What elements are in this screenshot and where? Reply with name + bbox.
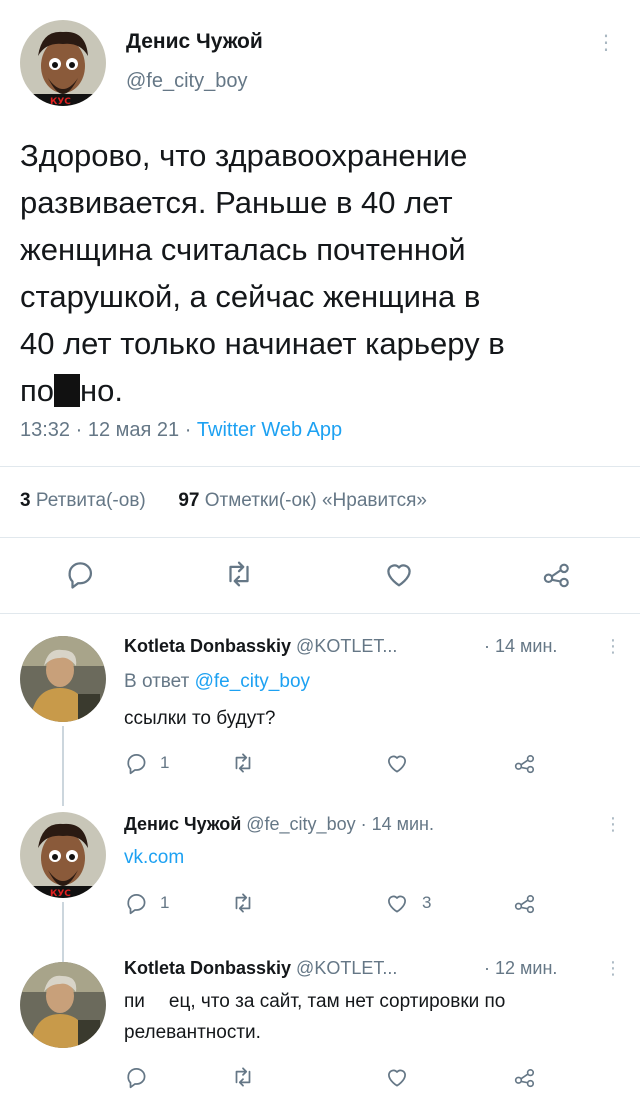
more-icon[interactable]: ⋮	[604, 958, 622, 979]
like-icon	[388, 895, 406, 913]
avatar-image: КУС	[20, 20, 106, 106]
svg-text:КУС: КУС	[50, 889, 71, 898]
share-button[interactable]	[512, 1064, 538, 1090]
like-icon	[388, 755, 406, 773]
reply-icon	[127, 754, 146, 775]
reply-author-handle[interactable]: @KOTLET...	[291, 636, 397, 656]
reply-icon	[127, 1068, 146, 1089]
author-name[interactable]: Денис Чужой	[126, 30, 263, 54]
tweet-line: развивается. Раньше в 40 лет	[20, 185, 453, 220]
likes-label: Отметки(-ок) «Нравится»	[199, 490, 427, 511]
retweet-icon	[235, 753, 251, 773]
tweet-text: Здорово, что здравоохранение развивается…	[20, 132, 620, 414]
share-button[interactable]	[540, 557, 574, 591]
avatar-image	[20, 962, 106, 1048]
share-button[interactable]	[512, 750, 538, 776]
tweet-meta: 13:32 · 12 мая 21 · Twitter Web App	[20, 419, 342, 442]
author-handle[interactable]: @fe_city_boy	[126, 70, 247, 93]
reply-to-prefix: В ответ	[124, 671, 195, 692]
retweets-stat[interactable]: 3 Ретвита(-ов)	[20, 490, 146, 511]
reply-button[interactable]: 1	[124, 750, 169, 776]
reply-link: vk.com	[124, 843, 184, 873]
svg-text:КУС: КУС	[50, 97, 71, 106]
reply-text-a: пи	[124, 991, 145, 1012]
reply-author-handle[interactable]: @KOTLET...	[291, 958, 397, 978]
reply-avatar[interactable]	[20, 636, 106, 722]
likes-stat[interactable]: 97 Отметки(-ок) «Нравится»	[178, 490, 427, 511]
reply-button[interactable]: 1	[124, 890, 169, 916]
tweet-actions	[0, 555, 640, 595]
share-icon	[543, 563, 569, 588]
tweet-line: Здорово, что здравоохранение	[20, 138, 468, 173]
retweet-button[interactable]	[230, 750, 256, 776]
reply-header: Денис Чужой @fe_city_boy · 14 мин.	[124, 814, 434, 835]
retweet-button[interactable]	[230, 890, 256, 916]
more-icon[interactable]: ⋮	[596, 30, 616, 55]
tweet-time[interactable]: 13:32 · 12 мая 21 ·	[20, 419, 197, 441]
avatar-image: КУС	[20, 812, 106, 898]
more-icon[interactable]: ⋮	[604, 814, 622, 835]
like-count: 3	[422, 893, 432, 912]
tweet-line: женщина считалась почтенной	[20, 232, 466, 267]
tweet-source[interactable]: Twitter Web App	[197, 419, 342, 441]
reply-author-name[interactable]: Денис Чужой	[124, 814, 241, 834]
reply-time[interactable]: · 14 мин.	[484, 636, 557, 657]
share-icon	[514, 1069, 535, 1088]
avatar-image	[20, 636, 106, 722]
like-button[interactable]	[384, 1064, 410, 1090]
reply-to: В ответ @fe_city_boy	[124, 667, 310, 697]
like-button[interactable]: 3	[384, 890, 431, 916]
reply-header: Kotleta Donbasskiy @KOTLET...	[124, 958, 397, 979]
like-icon	[388, 1069, 406, 1087]
reply-text: ссылки то будут?	[124, 708, 276, 729]
reply-author-handle[interactable]: @fe_city_boy · 14 мин.	[241, 814, 434, 834]
retweet-button[interactable]	[222, 557, 256, 591]
tweet-stats: 3 Ретвита(-ов) 97 Отметки(-ок) «Нравится…	[20, 490, 427, 512]
thread-line	[62, 902, 64, 962]
reply-author-name[interactable]: Kotleta Donbasskiy	[124, 958, 291, 978]
divider	[0, 613, 640, 614]
share-icon	[514, 895, 535, 914]
reply-text-b: ец, что за сайт, там нет сортировки по	[168, 991, 506, 1012]
like-icon	[387, 564, 411, 587]
retweets-label: Ретвита(-ов)	[30, 490, 146, 511]
author-avatar[interactable]: КУС	[20, 20, 106, 106]
retweet-icon	[229, 561, 249, 587]
share-icon	[514, 755, 535, 774]
retweet-icon	[235, 893, 251, 913]
retweet-button[interactable]	[230, 1064, 256, 1090]
reply-button[interactable]	[124, 1064, 150, 1090]
reply-count: 1	[160, 753, 170, 772]
reply-text-line: пи ец, что за сайт, там нет сортировки по	[124, 987, 505, 1017]
reply-icon	[127, 894, 146, 915]
reply-avatar[interactable]	[20, 962, 106, 1048]
reply-author-name[interactable]: Kotleta Donbasskiy	[124, 636, 291, 656]
reply-time[interactable]: · 12 мин.	[484, 958, 557, 979]
thread-line	[62, 726, 64, 806]
retweets-count: 3	[20, 490, 31, 511]
tweet-last-end: но.	[80, 373, 124, 408]
divider	[0, 466, 640, 467]
reply-count: 1	[160, 893, 170, 912]
reply-header: Kotleta Donbasskiy @KOTLET...	[124, 636, 397, 657]
like-button[interactable]	[382, 557, 416, 591]
reply-icon	[68, 562, 93, 589]
divider	[0, 537, 640, 538]
reply-to-handle[interactable]: @fe_city_boy	[195, 671, 310, 692]
more-icon[interactable]: ⋮	[604, 636, 622, 657]
reply-text-line: релевантности.	[124, 1022, 261, 1043]
likes-count: 97	[178, 490, 200, 511]
share-button[interactable]	[512, 890, 538, 916]
retweet-icon	[235, 1067, 251, 1087]
like-button[interactable]	[384, 750, 410, 776]
tweet-last-start: по	[20, 373, 55, 408]
reply-avatar[interactable]: КУС	[20, 812, 106, 898]
tweet-line: 40 лет только начинает карьеру в	[20, 326, 505, 361]
reply-button[interactable]	[64, 557, 98, 591]
vk-link[interactable]: vk.com	[124, 847, 184, 868]
tweet-line: старушкой, а сейчас женщина в	[20, 279, 481, 314]
redaction-block	[54, 374, 81, 407]
tweet-line-last: по но.	[20, 367, 620, 414]
